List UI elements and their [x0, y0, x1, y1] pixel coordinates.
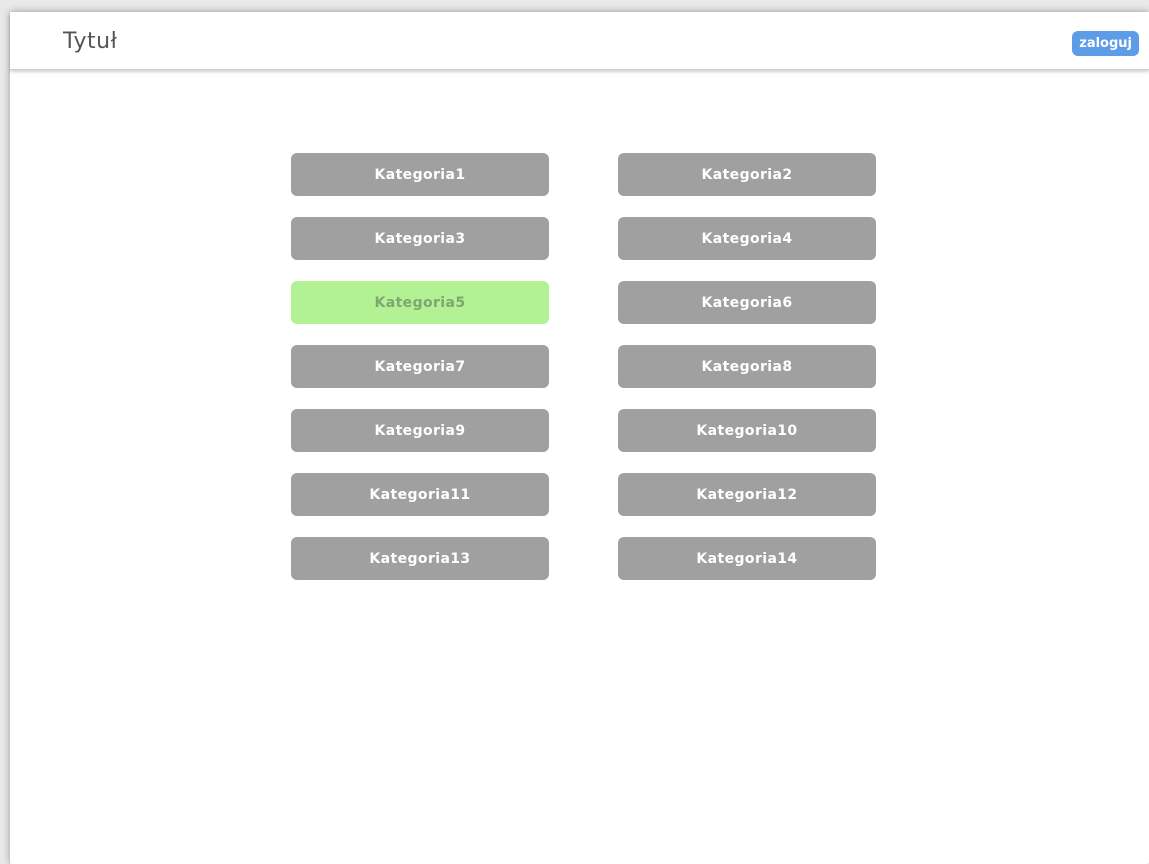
- page-title: Tytuł: [63, 29, 118, 54]
- login-button[interactable]: zaloguj: [1072, 31, 1139, 56]
- category-button-3[interactable]: Kategoria3: [291, 217, 549, 260]
- app-window: Tytuł zaloguj Kategoria1 Kategoria2 Kate…: [10, 12, 1149, 864]
- category-button-6[interactable]: Kategoria6: [618, 281, 876, 324]
- category-grid: Kategoria1 Kategoria2 Kategoria3 Kategor…: [291, 153, 876, 580]
- category-button-11[interactable]: Kategoria11: [291, 473, 549, 516]
- category-button-14[interactable]: Kategoria14: [618, 537, 876, 580]
- category-button-10[interactable]: Kategoria10: [618, 409, 876, 452]
- category-button-13[interactable]: Kategoria13: [291, 537, 549, 580]
- category-button-8[interactable]: Kategoria8: [618, 345, 876, 388]
- top-bar: Tytuł zaloguj: [10, 12, 1149, 70]
- category-button-7[interactable]: Kategoria7: [291, 345, 549, 388]
- category-button-4[interactable]: Kategoria4: [618, 217, 876, 260]
- category-button-12[interactable]: Kategoria12: [618, 473, 876, 516]
- category-button-1[interactable]: Kategoria1: [291, 153, 549, 196]
- category-button-9[interactable]: Kategoria9: [291, 409, 549, 452]
- category-button-5[interactable]: Kategoria5: [291, 281, 549, 324]
- category-button-2[interactable]: Kategoria2: [618, 153, 876, 196]
